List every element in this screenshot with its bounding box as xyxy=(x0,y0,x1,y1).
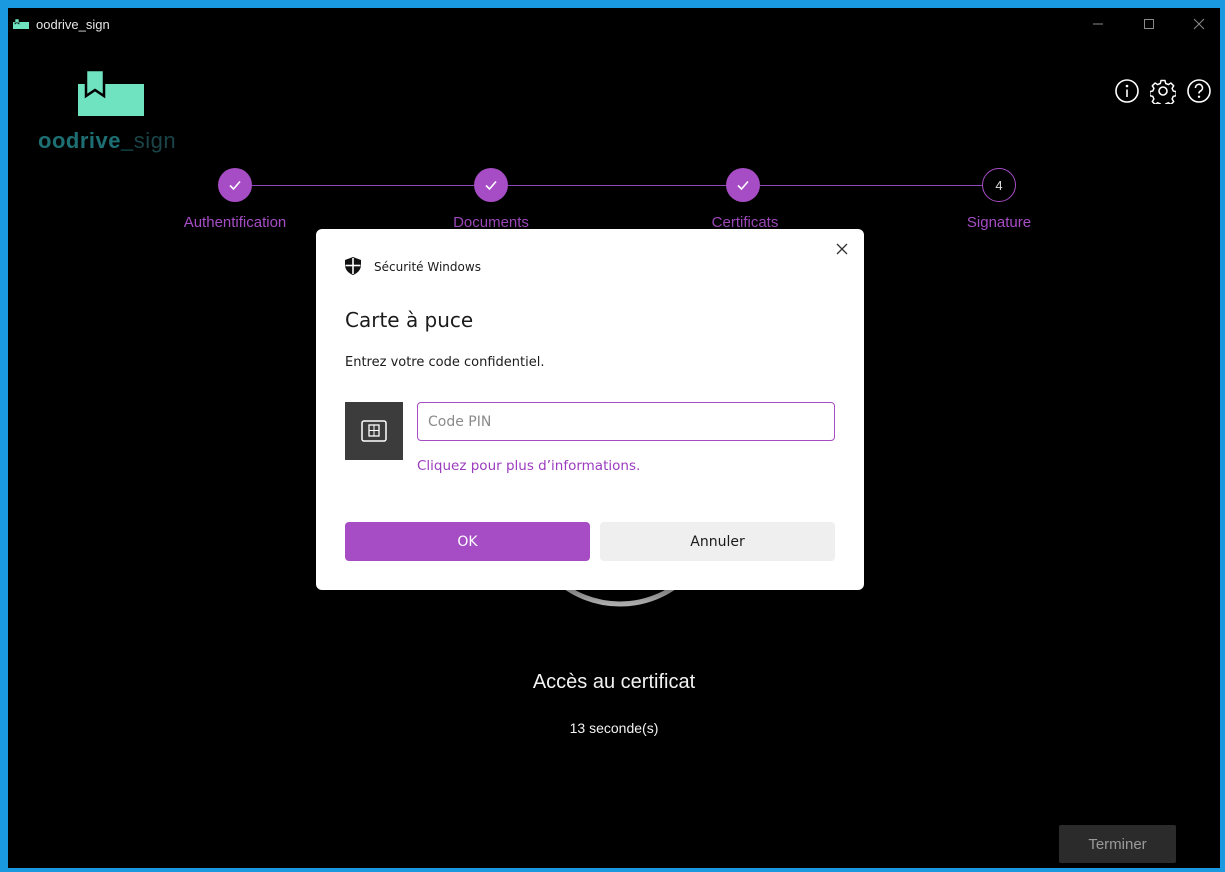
logo-mark-icon xyxy=(78,70,144,116)
window-title: oodrive_sign xyxy=(36,17,110,32)
step-2-circle xyxy=(474,168,508,202)
minimize-icon xyxy=(1093,23,1103,25)
dialog-close-button[interactable] xyxy=(830,237,854,261)
check-icon xyxy=(485,180,497,191)
windows-security-dialog: Sécurité Windows Carte à puce Entrez vot… xyxy=(316,229,864,590)
finish-button[interactable]: Terminer xyxy=(1059,825,1176,863)
help-icon[interactable] xyxy=(1186,78,1212,104)
close-window-button[interactable] xyxy=(1176,8,1220,40)
brand-logo: oodrive_sign xyxy=(36,70,186,160)
smart-card-icon xyxy=(345,402,403,460)
app-window: oodrive_sign oodrive_sign 4 Authentifica… xyxy=(8,8,1220,868)
check-icon xyxy=(737,180,749,191)
step-connector xyxy=(252,185,474,186)
shield-icon xyxy=(345,257,361,275)
status-title: Accès au certificat xyxy=(532,671,696,693)
ok-button[interactable]: OK xyxy=(345,522,590,561)
step-4-circle: 4 xyxy=(982,168,1016,202)
dialog-title: Carte à puce xyxy=(345,308,474,332)
close-icon xyxy=(836,243,848,255)
close-icon xyxy=(1193,18,1205,30)
step-connector xyxy=(508,185,726,186)
title-bar[interactable]: oodrive_sign xyxy=(8,8,1220,40)
settings-gear-icon[interactable] xyxy=(1150,78,1176,104)
step-label-signature: Signature xyxy=(966,214,1032,231)
more-info-link[interactable]: Cliquez pour plus d’informations. xyxy=(417,458,640,474)
logo-wordmark: oodrive_sign xyxy=(38,128,177,153)
smart-card-glyph-icon xyxy=(361,420,387,442)
info-icon[interactable] xyxy=(1114,78,1140,104)
maximize-button[interactable] xyxy=(1126,8,1172,40)
cancel-button[interactable]: Annuler xyxy=(600,522,835,561)
pin-code-input[interactable] xyxy=(417,402,835,441)
check-icon xyxy=(229,180,241,191)
dialog-header: Sécurité Windows xyxy=(374,260,481,274)
step-1-circle xyxy=(218,168,252,202)
step-label-authentication: Authentification xyxy=(183,214,287,231)
dialog-message: Entrez votre code confidentiel. xyxy=(345,355,545,370)
elapsed-time: 13 seconde(s) xyxy=(569,720,659,736)
step-3-circle xyxy=(726,168,760,202)
maximize-icon xyxy=(1144,19,1154,29)
app-icon xyxy=(13,19,29,29)
minimize-button[interactable] xyxy=(1075,8,1121,40)
step-connector xyxy=(760,185,982,186)
header-actions xyxy=(1114,78,1212,104)
